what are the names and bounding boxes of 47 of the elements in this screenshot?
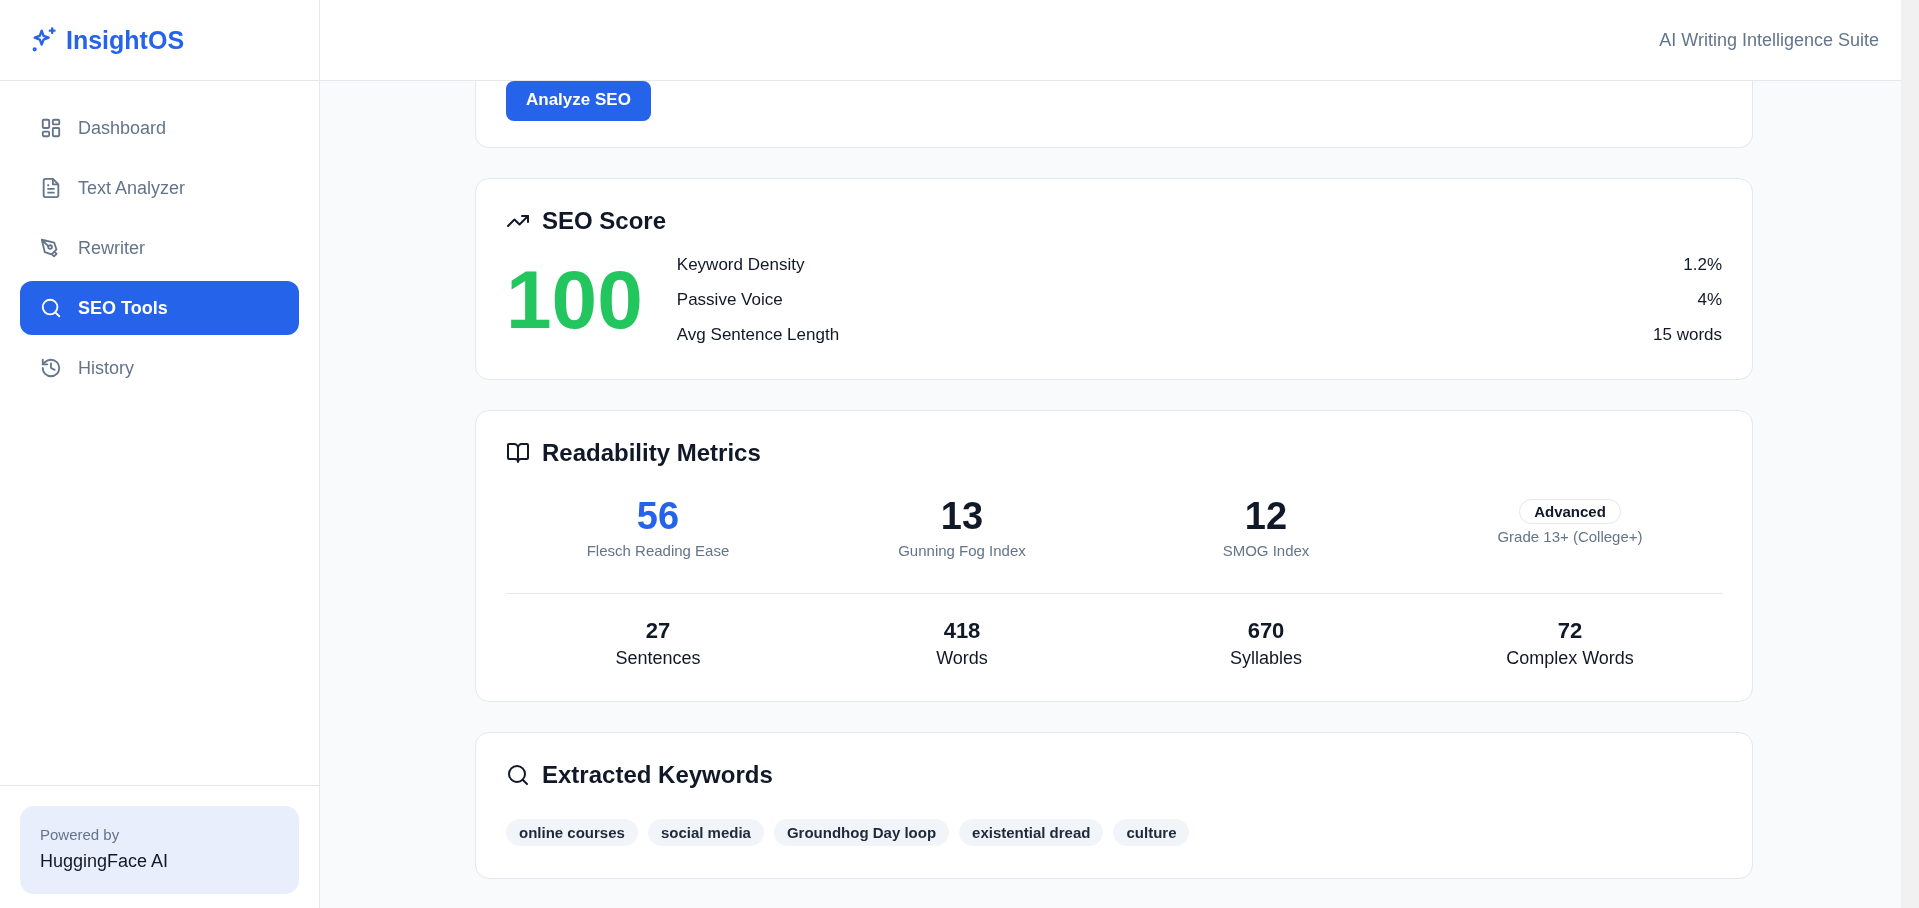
grid-icon xyxy=(40,117,62,139)
count-value: 72 xyxy=(1557,618,1583,644)
metric-value: 4% xyxy=(1697,290,1722,310)
sidebar-item[interactable]: Text Analyzer xyxy=(20,161,299,215)
header-subtitle: AI Writing Intelligence Suite xyxy=(1659,29,1879,51)
count-value: 670 xyxy=(1247,618,1285,644)
document-icon xyxy=(40,177,62,199)
sidebar-item[interactable]: Dashboard xyxy=(20,101,299,155)
count-label: Words xyxy=(936,648,988,669)
keyword-chip: culture xyxy=(1113,819,1190,846)
search-icon xyxy=(40,297,62,319)
readability-score: 56 xyxy=(636,495,680,538)
metric-value: 1.2% xyxy=(1683,255,1722,275)
readability-label: Flesch Reading Ease xyxy=(586,542,730,559)
card-title: SEO Score xyxy=(542,207,667,235)
seo-score-value: 100 xyxy=(506,253,643,347)
sidebar-item[interactable]: SEO Tools xyxy=(20,281,299,335)
count-label: Syllables xyxy=(1229,648,1302,669)
count-value: 418 xyxy=(943,618,981,644)
count-label: Sentences xyxy=(615,648,701,669)
sidebar-item[interactable]: History xyxy=(20,341,299,395)
keyword-chip: online courses xyxy=(506,819,638,846)
powered-by-caption: Powered by xyxy=(40,826,121,843)
app-logo: InsightOS xyxy=(66,25,185,55)
keyword-chip: existential dread xyxy=(959,819,1104,846)
card-title: Readability Metrics xyxy=(542,439,761,467)
readability-score: 12 xyxy=(1244,495,1288,538)
grade-level: Grade 13+ (College+) xyxy=(1497,528,1643,545)
readability-label: SMOG Index xyxy=(1222,542,1310,559)
metric-label: Avg Sentence Length xyxy=(676,325,840,345)
keyword-chip: Groundhog Day loop xyxy=(773,819,950,846)
provider-name: HuggingFace AI xyxy=(40,851,170,872)
search-icon xyxy=(506,763,530,787)
history-icon xyxy=(40,357,62,379)
analyze-seo-button[interactable]: Analyze SEO xyxy=(506,81,651,121)
metric-label: Keyword Density xyxy=(676,255,805,275)
count-value: 27 xyxy=(645,618,671,644)
readability-score: 13 xyxy=(940,495,984,538)
card-title: Extracted Keywords xyxy=(542,761,773,789)
sparkle-icon xyxy=(30,26,58,54)
sidebar-item[interactable]: Rewriter xyxy=(20,221,299,275)
metric-label: Passive Voice xyxy=(676,290,783,310)
metric-value: 15 words xyxy=(1653,325,1722,345)
count-label: Complex Words xyxy=(1506,648,1634,669)
readability-label: Gunning Fog Index xyxy=(898,542,1026,559)
keyword-chip: social media xyxy=(647,819,764,846)
book-icon xyxy=(506,441,530,465)
